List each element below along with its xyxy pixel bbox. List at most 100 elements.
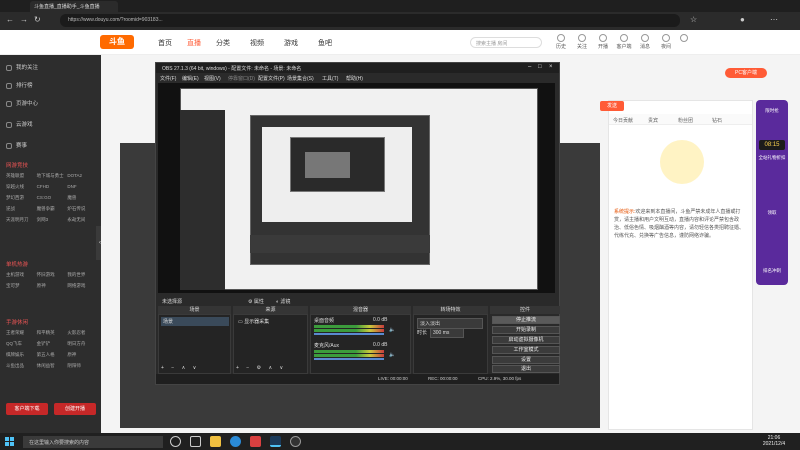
sidebar-item-webgame[interactable]: 页游中心: [6, 99, 38, 107]
game-link[interactable]: 阴阳师: [67, 363, 98, 369]
taskbar-search-input[interactable]: 在这里输入你要搜索的内容: [23, 436, 163, 448]
file-explorer-icon[interactable]: [210, 436, 221, 447]
menu-help[interactable]: 帮助(H): [346, 75, 363, 82]
nav-home[interactable]: 首页: [158, 38, 172, 48]
history-button[interactable]: 历史: [553, 34, 569, 50]
game-link[interactable]: 炉石传说: [67, 206, 98, 212]
close-icon[interactable]: ×: [549, 64, 553, 70]
nav-fishbar[interactable]: 鱼吧: [318, 38, 332, 48]
game-link[interactable]: 永劫无间: [67, 217, 98, 223]
sidebar-item-cloudgame[interactable]: 云游戏: [6, 120, 33, 128]
follow-button[interactable]: 关注: [574, 34, 590, 50]
pc-client-button[interactable]: PC客户端: [725, 68, 767, 78]
game-link[interactable]: 网络游戏: [67, 283, 98, 289]
properties-button[interactable]: ⚙ 属性: [248, 298, 264, 305]
virtual-camera-button[interactable]: 启动虚拟摄像机: [492, 336, 560, 344]
task-view-icon[interactable]: [190, 436, 201, 447]
taskbar-clock[interactable]: 21:06 2021/12/4: [752, 435, 796, 447]
menu-icon[interactable]: ⋯: [770, 15, 778, 24]
promo-banner[interactable]: 限时抢 全站礼物折扣 领取 排名冲刺: [756, 100, 788, 285]
menu-file[interactable]: 文件(F): [160, 75, 176, 82]
start-recording-button[interactable]: 开始录制: [492, 326, 560, 334]
game-link[interactable]: 王者荣耀: [6, 330, 37, 336]
menu-docks[interactable]: 停靠窗口(D): [228, 75, 255, 82]
forward-icon[interactable]: →: [20, 15, 28, 24]
game-link[interactable]: 梦幻西游: [6, 195, 37, 201]
nav-video[interactable]: 视频: [250, 38, 264, 48]
source-item[interactable]: ▭ 显示器采集: [236, 317, 306, 326]
game-link[interactable]: 和平精英: [37, 330, 68, 336]
avatar[interactable]: [676, 34, 692, 43]
browser-tab[interactable]: 斗鱼直播_直播助手_斗鱼直播: [30, 1, 118, 12]
sidebar-item-rank[interactable]: 排行榜: [6, 81, 33, 89]
game-link[interactable]: 怀旧游戏: [37, 272, 68, 278]
volume-slider[interactable]: [314, 333, 384, 335]
game-link[interactable]: 宝可梦: [6, 283, 37, 289]
broadcast-button[interactable]: 开播: [595, 34, 611, 50]
tab-contribution[interactable]: 今日贡献: [613, 117, 633, 124]
game-link[interactable]: 逆战: [6, 206, 37, 212]
game-link[interactable]: 穿越火线: [6, 184, 37, 190]
game-link[interactable]: 火影忍者: [67, 330, 98, 336]
send-button[interactable]: 发送: [600, 101, 624, 111]
windows-start-icon[interactable]: [5, 437, 14, 446]
site-logo[interactable]: 斗鱼: [100, 35, 134, 49]
settings-button[interactable]: 设置: [492, 356, 560, 364]
search-input[interactable]: 搜索主播 房间: [470, 37, 542, 48]
obs-icon[interactable]: [290, 436, 301, 447]
speaker-icon[interactable]: 🔈: [389, 352, 395, 358]
menu-scene-collection[interactable]: 场景集合(S): [287, 75, 314, 82]
game-link[interactable]: 主机游戏: [6, 272, 37, 278]
tab-vip[interactable]: 贵宾: [648, 117, 658, 124]
back-icon[interactable]: ←: [6, 15, 14, 24]
filters-button[interactable]: ◐ 滤镜: [276, 298, 290, 305]
game-link[interactable]: 原神: [37, 283, 68, 289]
night-mode-button[interactable]: 夜间: [658, 34, 674, 50]
start-broadcast-button[interactable]: 创建开播: [54, 403, 96, 415]
maximize-icon[interactable]: □: [538, 64, 542, 70]
game-link[interactable]: 第五人格: [37, 352, 68, 358]
exit-button[interactable]: 退出: [492, 365, 560, 373]
game-link[interactable]: 原神: [67, 352, 98, 358]
tab-fans[interactable]: 粉丝团: [678, 117, 693, 124]
nav-live[interactable]: 直播: [187, 38, 201, 48]
scene-controls[interactable]: + − ∧ ∨: [161, 365, 199, 371]
game-link[interactable]: 斗鱼出品: [6, 363, 37, 369]
game-link[interactable]: 我的世界: [67, 272, 98, 278]
scene-item[interactable]: 场景: [161, 317, 229, 326]
menu-tools[interactable]: 工具(T): [322, 75, 338, 82]
message-button[interactable]: 消息: [637, 34, 653, 50]
menu-edit[interactable]: 编辑(E): [182, 75, 199, 82]
speaker-icon[interactable]: 🔈: [389, 327, 395, 333]
game-link[interactable]: DOTA2: [67, 173, 98, 179]
game-link[interactable]: 棋牌娱乐: [6, 352, 37, 358]
game-link[interactable]: QQ飞车: [6, 341, 37, 347]
game-link[interactable]: CS:GO: [37, 195, 68, 201]
client-button[interactable]: 客户端: [616, 34, 632, 50]
edge-icon[interactable]: [230, 436, 241, 447]
menu-profile[interactable]: 配置文件(P): [258, 75, 285, 82]
game-link[interactable]: 明日方舟: [67, 341, 98, 347]
game-link[interactable]: 魔兽: [67, 195, 98, 201]
sidebar-item-follow[interactable]: 我的关注: [6, 63, 38, 71]
refresh-icon[interactable]: ↻: [34, 15, 41, 24]
url-input[interactable]: https://www.douyu.com/?roomid=903183...: [60, 14, 680, 27]
source-controls[interactable]: + − ⚙ ∧ ∨: [236, 365, 286, 371]
game-link[interactable]: 剑网3: [37, 217, 68, 223]
star-icon[interactable]: ☆: [690, 15, 697, 24]
minimize-icon[interactable]: –: [528, 64, 531, 70]
steam-icon[interactable]: [270, 436, 281, 447]
game-link[interactable]: 魔兽争霸: [37, 206, 68, 212]
game-link[interactable]: DNF: [67, 184, 98, 190]
cortana-icon[interactable]: [170, 436, 181, 447]
stop-streaming-button[interactable]: 停止推流: [492, 316, 560, 324]
menu-view[interactable]: 视图(V): [204, 75, 221, 82]
download-client-button[interactable]: 客户端下载: [6, 403, 48, 415]
profile-icon[interactable]: ●: [740, 15, 745, 24]
game-link[interactable]: 天涯明月刀: [6, 217, 37, 223]
game-link[interactable]: CFHD: [37, 184, 68, 190]
volume-slider[interactable]: [314, 358, 384, 360]
game-link[interactable]: 英雄联盟: [6, 173, 37, 179]
game-link[interactable]: 休闲益智: [37, 363, 68, 369]
game-link[interactable]: 金铲铲: [37, 341, 68, 347]
